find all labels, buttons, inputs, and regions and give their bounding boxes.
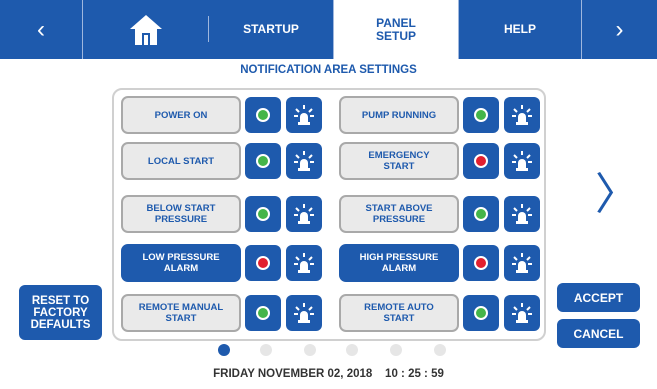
notify-button-remote-manual-start[interactable]: [286, 295, 322, 331]
green-dot-icon: [256, 108, 270, 122]
notify-button-emergency-start[interactable]: [504, 143, 540, 179]
home-button[interactable]: [83, 0, 208, 59]
page-indicator-dot[interactable]: [218, 344, 230, 356]
page-title: NOTIFICATION AREA SETTINGS: [240, 64, 417, 76]
beacon-light-icon: [512, 253, 532, 273]
green-dot-icon: [474, 207, 488, 221]
page-indicator-dot[interactable]: [304, 344, 316, 356]
tab-startup[interactable]: STARTUP: [209, 0, 333, 59]
label-remote-manual-start[interactable]: REMOTE MANUAL START: [121, 294, 241, 332]
label-start-above-pressure[interactable]: START ABOVE PRESSURE: [339, 195, 459, 233]
notify-button-high-pressure-alarm[interactable]: [504, 245, 540, 281]
label-high-pressure-alarm[interactable]: HIGH PRESSURE ALARM: [339, 244, 459, 282]
cancel-button[interactable]: CANCEL: [557, 319, 640, 348]
beacon-light-icon: [294, 303, 314, 323]
status-indicator-high-pressure-alarm[interactable]: [463, 245, 499, 281]
label-local-start[interactable]: LOCAL START: [121, 142, 241, 180]
notify-button-local-start[interactable]: [286, 143, 322, 179]
tab-help[interactable]: HELP: [459, 0, 581, 59]
red-dot-icon: [474, 256, 488, 270]
green-dot-icon: [474, 306, 488, 320]
status-indicator-pump-running[interactable]: [463, 97, 499, 133]
notify-button-remote-auto-start[interactable]: [504, 295, 540, 331]
label-low-pressure-alarm[interactable]: LOW PRESSURE ALARM: [121, 244, 241, 282]
label-emergency-start[interactable]: EMERGENCY START: [339, 142, 459, 180]
top-nav: ‹ STARTUP PANEL SETUP HELP ›: [0, 0, 657, 59]
beacon-light-icon: [512, 105, 532, 125]
green-dot-icon: [256, 207, 270, 221]
reset-factory-defaults-button[interactable]: RESET TO FACTORY DEFAULTS: [19, 285, 102, 340]
back-button[interactable]: ‹: [0, 0, 82, 59]
page-indicator-dot[interactable]: [434, 344, 446, 356]
green-dot-icon: [474, 108, 488, 122]
notify-button-power-on[interactable]: [286, 97, 322, 133]
beacon-light-icon: [294, 253, 314, 273]
notify-button-below-start-pressure[interactable]: [286, 196, 322, 232]
status-indicator-emergency-start[interactable]: [463, 143, 499, 179]
red-dot-icon: [256, 256, 270, 270]
label-remote-auto-start[interactable]: REMOTE AUTO START: [339, 294, 459, 332]
status-indicator-local-start[interactable]: [245, 143, 281, 179]
beacon-light-icon: [512, 303, 532, 323]
beacon-light-icon: [512, 204, 532, 224]
beacon-light-icon: [294, 204, 314, 224]
notify-button-start-above-pressure[interactable]: [504, 196, 540, 232]
home-icon: [129, 14, 162, 45]
tab-panel-setup[interactable]: PANEL SETUP: [334, 0, 458, 59]
page-indicator-dot[interactable]: [346, 344, 358, 356]
status-indicator-remote-manual-start[interactable]: [245, 295, 281, 331]
notify-button-low-pressure-alarm[interactable]: [286, 245, 322, 281]
status-indicator-start-above-pressure[interactable]: [463, 196, 499, 232]
notify-button-pump-running[interactable]: [504, 97, 540, 133]
page-indicator-dot[interactable]: [390, 344, 402, 356]
label-power-on[interactable]: POWER ON: [121, 96, 241, 134]
label-pump-running[interactable]: PUMP RUNNING: [339, 96, 459, 134]
status-indicator-power-on[interactable]: [245, 97, 281, 133]
beacon-light-icon: [512, 151, 532, 171]
green-dot-icon: [256, 306, 270, 320]
accept-button[interactable]: ACCEPT: [557, 283, 640, 312]
red-dot-icon: [474, 154, 488, 168]
status-indicator-below-start-pressure[interactable]: [245, 196, 281, 232]
beacon-light-icon: [294, 151, 314, 171]
status-indicator-low-pressure-alarm[interactable]: [245, 245, 281, 281]
forward-button[interactable]: ›: [582, 0, 657, 59]
next-page-arrow[interactable]: 〉: [595, 160, 639, 230]
page-indicator-dot[interactable]: [260, 344, 272, 356]
label-below-start-pressure[interactable]: BELOW START PRESSURE: [121, 195, 241, 233]
green-dot-icon: [256, 154, 270, 168]
beacon-light-icon: [294, 105, 314, 125]
datetime-display: FRIDAY NOVEMBER 02, 2018 10 : 25 : 59: [213, 368, 444, 380]
status-indicator-remote-auto-start[interactable]: [463, 295, 499, 331]
